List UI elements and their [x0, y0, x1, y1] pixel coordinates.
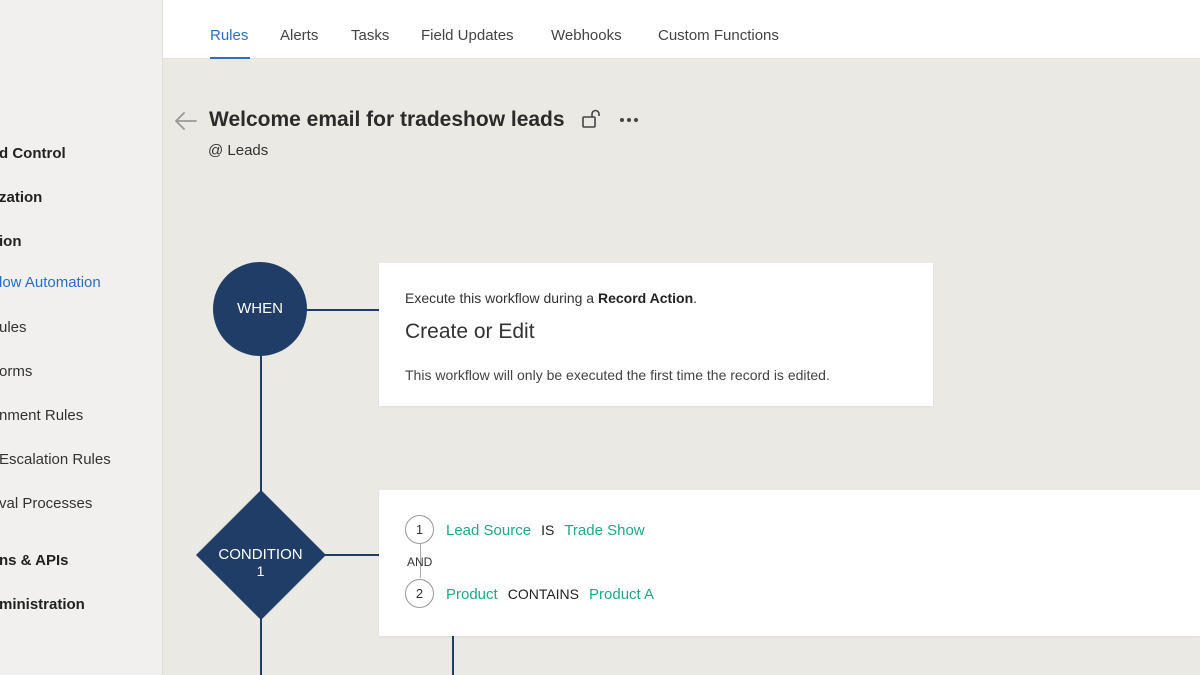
condition-value[interactable]: Trade Show	[564, 522, 644, 539]
condition-operator: CONTAINS	[507, 586, 580, 602]
condition-node-label: CONDITION	[218, 546, 303, 563]
condition-number-1: 1	[405, 515, 434, 544]
condition-row-1: Lead Source IS Trade Show	[446, 522, 645, 539]
condition-operator: IS	[541, 522, 555, 538]
condition-card[interactable]: 1 Lead Source IS Trade Show AND 2 Product C…	[379, 490, 1200, 636]
when-node-label: WHEN	[237, 300, 283, 317]
condition-value[interactable]: Product A	[589, 586, 654, 603]
when-note: This workflow will only be executed the …	[405, 367, 830, 383]
and-connector-label: AND	[407, 555, 433, 569]
when-action: Create or Edit	[405, 320, 535, 343]
when-card[interactable]: Execute this workflow during a Record Ac…	[379, 263, 933, 406]
condition-node-number: 1	[256, 563, 265, 579]
condition-number-2: 2	[405, 579, 434, 608]
when-trigger-text: Execute this workflow during a Record Ac…	[405, 290, 698, 306]
condition-field[interactable]: Product	[446, 586, 498, 603]
condition-field[interactable]: Lead Source	[446, 522, 531, 539]
condition-row-2: Product CONTAINS Product A	[446, 586, 654, 603]
